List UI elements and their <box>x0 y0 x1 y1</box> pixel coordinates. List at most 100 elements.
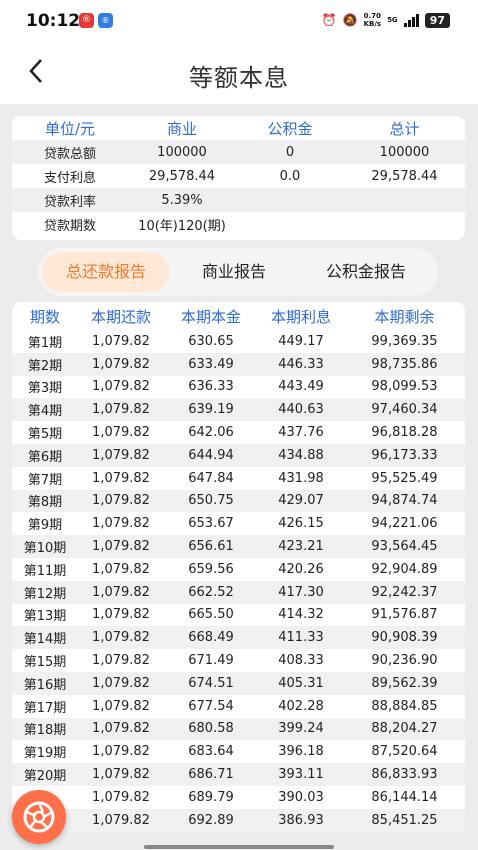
table-cell: 第11期 <box>23 563 67 579</box>
table-cell: 662.52 <box>188 584 234 600</box>
table-row: 第15期 1,079.82 671.49 408.33 90,236.90 <box>12 649 465 672</box>
summary-cell: 29,578.44 <box>371 168 438 184</box>
table-cell: 94,221.06 <box>371 516 438 532</box>
table-cell: 1,079.82 <box>92 812 150 828</box>
summary-cell: 贷款总额 <box>43 146 96 162</box>
table-row: 第17期 1,079.82 677.54 402.28 88,884.85 <box>12 695 465 718</box>
table-cell: 1,079.82 <box>92 698 150 714</box>
summary-row: 贷款期数 10(年)120(期) <box>12 212 465 236</box>
table-cell: 440.63 <box>278 402 324 418</box>
table-row: 第1期 1,079.82 630.65 449.17 99,369.35 <box>12 330 465 353</box>
table-cell: 第13期 <box>23 609 67 625</box>
table-row: 第11期 1,079.82 659.56 420.26 92,904.89 <box>12 558 465 581</box>
table-cell: 1,079.82 <box>92 356 150 372</box>
table-cell: 1,079.82 <box>92 675 150 691</box>
table-cell: 393.11 <box>278 767 324 783</box>
summary-table: 单位/元 商业 公积金 总计 贷款总额 100000 0 100000 支付利息… <box>12 116 465 240</box>
signal-icon <box>403 13 419 27</box>
table-row: 第2期 1,079.82 633.49 446.33 98,735.86 <box>12 352 465 376</box>
table-cell: 第1期 <box>27 335 63 351</box>
summary-header: 单位/元 <box>44 119 96 138</box>
table-cell: 89,562.39 <box>371 675 438 691</box>
table-cell: 437.76 <box>278 425 324 441</box>
aperture-icon <box>23 801 55 833</box>
table-cell: 88,884.85 <box>371 698 438 714</box>
alarm-icon: ⏰ <box>321 13 337 27</box>
table-row: 第10期 1,079.82 656.61 423.21 93,564.45 <box>12 535 465 558</box>
table-cell: 第3期 <box>27 381 63 397</box>
table-cell: 656.61 <box>188 539 234 555</box>
schedule-table[interactable]: 期数 本期还款 本期本金 本期利息 本期剩余 第1期 1,079.82 630.65… <box>12 302 465 832</box>
table-cell: 399.24 <box>278 721 324 737</box>
table-cell: 390.03 <box>278 789 324 805</box>
tab-commercial-report[interactable]: 商业报告 <box>170 252 298 292</box>
table-cell: 第8期 <box>27 495 63 511</box>
nav-bar: 等额本息 <box>0 44 478 104</box>
table-cell: 443.49 <box>278 379 324 395</box>
aperture-button[interactable] <box>12 790 66 844</box>
status-time: 10:12 <box>26 11 81 31</box>
table-cell: 1,079.82 <box>92 721 150 737</box>
summary-cell: 5.39% <box>161 192 203 208</box>
table-cell: 第9期 <box>27 518 63 534</box>
table-cell: 1,079.82 <box>92 584 150 600</box>
table-cell: 683.64 <box>188 744 234 760</box>
column-header: 本期还款 <box>90 307 151 326</box>
table-cell: 第12期 <box>23 586 67 602</box>
table-cell: 第16期 <box>23 677 67 693</box>
tab-fund-report[interactable]: 公积金报告 <box>298 252 434 292</box>
table-cell: 99,369.35 <box>371 333 438 349</box>
table-cell: 692.89 <box>188 812 234 828</box>
battery-icon: 97 <box>424 12 450 28</box>
table-cell: 426.15 <box>278 516 324 532</box>
app-notification-icon: ® <box>79 13 94 28</box>
table-cell: 1,079.82 <box>92 744 150 760</box>
table-cell: 680.58 <box>188 721 234 737</box>
summary-header: 总计 <box>389 119 420 138</box>
summary-cell: 100000 <box>157 144 207 160</box>
table-cell: 402.28 <box>278 698 324 714</box>
table-cell: 644.94 <box>188 447 234 463</box>
home-indicator[interactable] <box>144 845 334 849</box>
table-row: 第8期 1,079.82 650.75 429.07 94,874.74 <box>12 489 465 513</box>
tab-total-report[interactable]: 总还款报告 <box>42 252 170 292</box>
table-cell: 668.49 <box>188 630 234 646</box>
table-cell: 420.26 <box>278 561 324 577</box>
table-cell: 677.54 <box>188 698 234 714</box>
schedule-rows: 第1期 1,079.82 630.65 449.17 99,369.35 第2期 1,079… <box>12 330 465 832</box>
table-row: 第9期 1,079.82 653.67 426.15 94,221.06 <box>12 512 465 535</box>
table-cell: 429.07 <box>278 493 324 509</box>
table-row: 第12期 1,079.82 662.52 417.30 92,242.37 <box>12 580 465 604</box>
table-cell: 1,079.82 <box>92 789 150 805</box>
table-cell: 88,204.27 <box>371 721 438 737</box>
report-tabs: 总还款报告 商业报告 公积金报告 <box>38 248 438 296</box>
table-cell: 92,242.37 <box>371 584 438 600</box>
table-cell: 96,818.28 <box>371 425 438 441</box>
mute-icon: 🔕 <box>342 13 358 27</box>
table-cell: 1,079.82 <box>92 425 150 441</box>
table-cell: 674.51 <box>188 675 234 691</box>
column-header: 本期剩余 <box>374 307 435 326</box>
status-icons: ⏰ 🔕 0.70 KB/s 5G 97 <box>322 12 450 28</box>
table-cell: 92,904.89 <box>371 561 438 577</box>
schedule-header-row: 期数 本期还款 本期本金 本期利息 本期剩余 <box>12 302 465 330</box>
table-cell: 第17期 <box>23 700 67 716</box>
table-row: 第3期 1,079.82 636.33 443.49 98,099.53 <box>12 376 465 399</box>
table-cell: 639.19 <box>188 402 234 418</box>
table-cell: 96,173.33 <box>371 447 438 463</box>
table-cell: 689.79 <box>188 789 234 805</box>
summary-cell: 0.0 <box>279 168 301 184</box>
table-cell: 第10期 <box>23 541 67 557</box>
table-cell: 671.49 <box>188 653 234 669</box>
table-cell: 642.06 <box>188 425 234 441</box>
summary-row: 贷款总额 100000 0 100000 <box>12 140 465 164</box>
table-cell: 第4期 <box>27 404 63 420</box>
table-cell: 第5期 <box>27 427 63 443</box>
table-cell: 85,451.25 <box>371 812 438 828</box>
table-cell: 98,735.86 <box>371 356 438 372</box>
table-row: 1,079.82 689.79 390.03 86,144.14 <box>12 786 465 809</box>
table-cell: 86,833.93 <box>371 767 438 783</box>
column-header: 本期利息 <box>270 307 331 326</box>
table-cell: 86,144.14 <box>371 789 438 805</box>
table-row: 第13期 1,079.82 665.50 414.32 91,576.87 <box>12 604 465 627</box>
